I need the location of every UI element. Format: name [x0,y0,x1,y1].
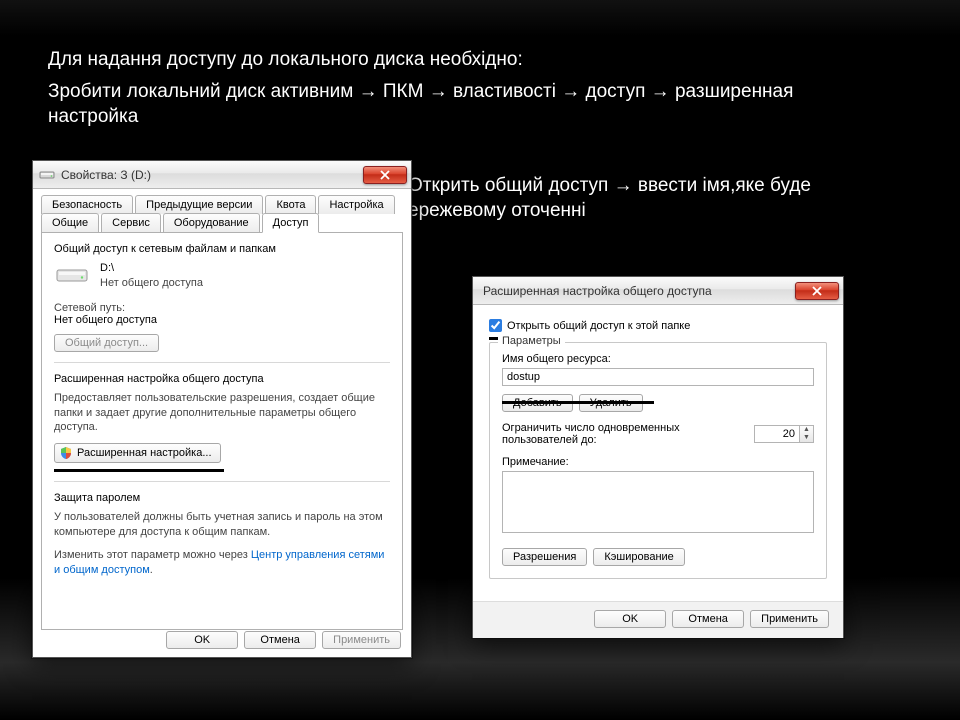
drive-icon-large [54,261,90,289]
annotation-underline-3 [502,401,654,404]
drive-share-status: Нет общего доступа [100,276,203,291]
spinner-up-icon[interactable]: ▲ [800,426,813,434]
tab-tools[interactable]: Сервис [101,213,161,233]
share-button[interactable]: Общий доступ... [54,334,159,352]
share-section-title: Общий доступ к сетевым файлам и папкам [54,243,390,255]
caching-button[interactable]: Кэширование [593,548,684,566]
share-folder-checkbox[interactable] [489,319,502,332]
tab-hardware[interactable]: Оборудование [163,213,260,233]
user-limit-spinner[interactable]: ▲ ▼ [754,425,814,443]
annotation-underline-1 [54,469,224,472]
permissions-button[interactable]: Разрешения [502,548,587,566]
network-path-label: Сетевой путь: [54,302,390,314]
ok-button[interactable]: OK [594,610,666,628]
tab-customize[interactable]: Настройка [318,195,394,214]
tab-row-2: Общие Сервис Оборудование Доступ [33,213,411,232]
slide-caption-3: Открить общий доступ → ввести імя,яке бу… [408,174,848,223]
advanced-section-description: Предоставляет пользовательские разрешени… [54,391,390,436]
user-limit-input[interactable] [754,425,800,443]
close-button[interactable] [795,282,839,300]
properties-dialog: Свойства: З (D:) Безопасность Предыдущие… [32,160,412,658]
parameters-group: Параметры Имя общего ресурса: Добавить У… [489,342,827,579]
note-label: Примечание: [502,456,814,468]
tab-security[interactable]: Безопасность [41,195,133,214]
parameters-group-title: Параметры [498,335,565,347]
advanced-sharing-button[interactable]: Расширенная настройка... [54,443,221,463]
tab-general[interactable]: Общие [41,213,99,233]
share-name-input[interactable] [502,368,814,386]
cancel-button[interactable]: Отмена [672,610,744,628]
tab-panel-sharing: Общий доступ к сетевым файлам и папкам D… [41,232,403,630]
share-name-label: Имя общего ресурса: [502,353,814,365]
tab-quota[interactable]: Квота [265,195,316,214]
shield-icon [59,446,73,460]
close-button[interactable] [363,166,407,184]
slide-caption-2: Зробити локальний диск активним → ПКМ → … [48,80,848,129]
advanced-section-title: Расширенная настройка общего доступа [54,373,390,385]
apply-button[interactable]: Применить [322,631,401,649]
password-section-title: Защита паролем [54,492,390,504]
drive-icon [39,167,55,183]
password-description-2: Изменить этот параметр можно через Центр… [54,548,390,578]
ok-button[interactable]: OK [166,631,238,649]
tab-previous-versions[interactable]: Предыдущие версии [135,195,263,214]
titlebar: Свойства: З (D:) [33,161,411,189]
advanced-sharing-button-label: Расширенная настройка... [77,447,212,459]
cancel-button[interactable]: Отмена [244,631,316,649]
note-textarea[interactable] [502,471,814,533]
dialog-button-row: OK Отмена Применить [166,631,401,649]
spinner-down-icon[interactable]: ▼ [800,434,813,442]
spinner-arrows[interactable]: ▲ ▼ [800,425,814,443]
tab-row-1: Безопасность Предыдущие версии Квота Нас… [33,189,411,213]
dialog-button-row: OK Отмена Применить [473,601,843,638]
drive-path: D:\ [100,261,203,276]
tab-sharing[interactable]: Доступ [262,213,320,233]
slide-caption-1: Для надання доступу до локального диска … [48,48,748,73]
share-folder-checkbox-label: Открыть общий доступ к этой папке [507,320,690,332]
dialog-title: Расширенная настройка общего доступа [479,284,795,298]
user-limit-label: Ограничить число одновременных пользоват… [502,422,702,446]
titlebar: Расширенная настройка общего доступа [473,277,843,305]
dialog-title: Свойства: З (D:) [61,168,363,182]
network-path-value: Нет общего доступа [54,314,390,326]
apply-button[interactable]: Применить [750,610,829,628]
password-description-1: У пользователей должны быть учетная запи… [54,510,390,540]
share-folder-checkbox-row[interactable]: Открыть общий доступ к этой папке [489,319,827,332]
advanced-sharing-dialog: Расширенная настройка общего доступа Отк… [472,276,844,638]
